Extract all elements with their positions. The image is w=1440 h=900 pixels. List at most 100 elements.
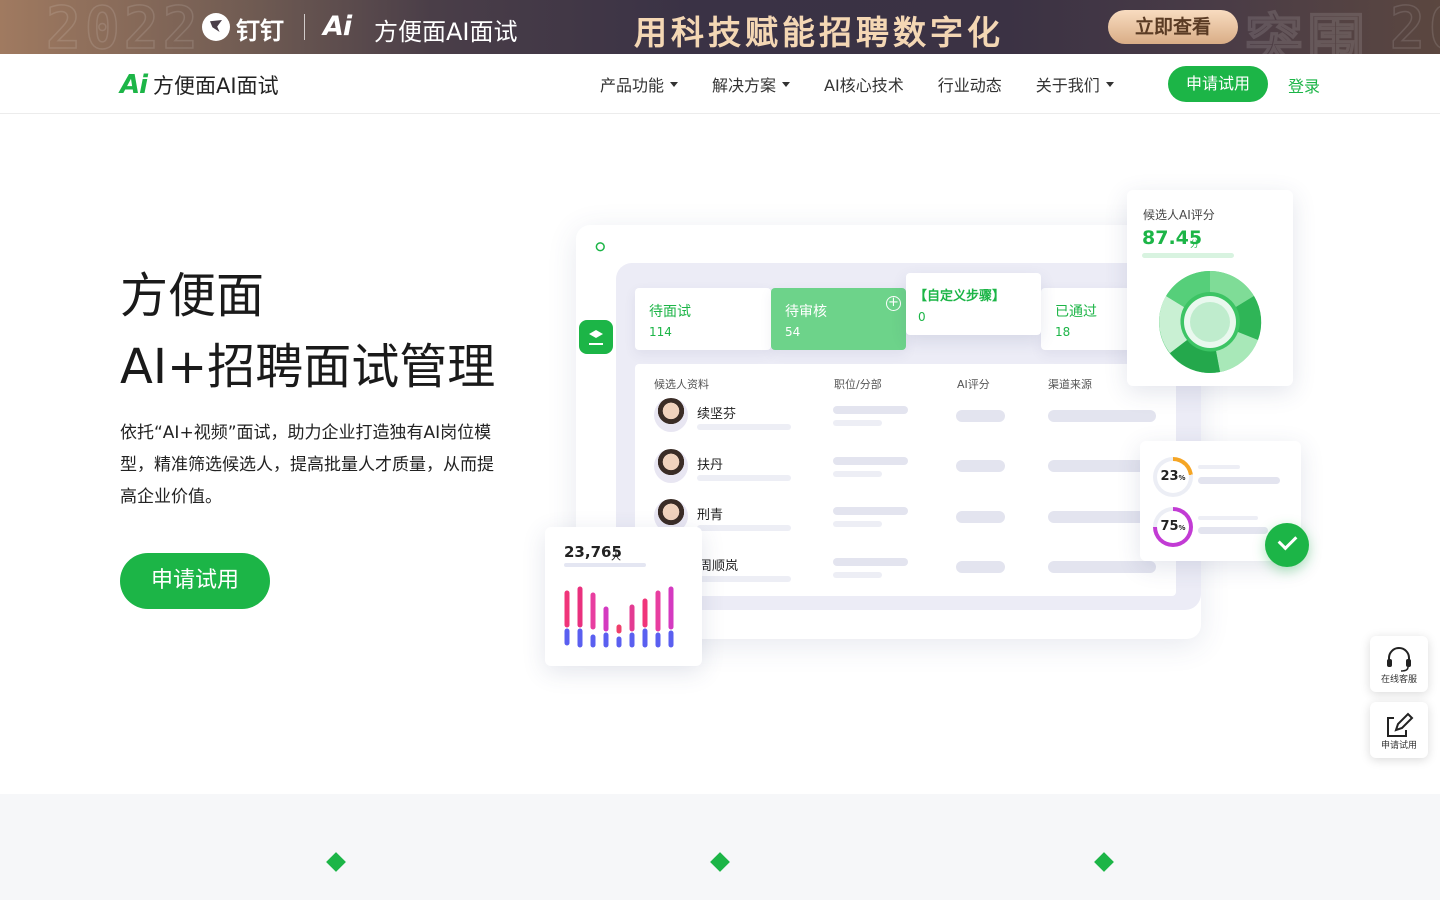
add-circle-icon: + bbox=[886, 296, 901, 311]
nav-item-ai-tech[interactable]: AI核心技术 bbox=[824, 72, 904, 96]
apply-label: 申请试用 bbox=[1380, 741, 1417, 751]
nav-label: 关于我们 bbox=[1035, 76, 1100, 95]
stage-count: 54 bbox=[785, 325, 801, 339]
dingtalk-label: 钉钉 bbox=[236, 17, 284, 45]
candidate-name: 刑青 bbox=[697, 508, 724, 523]
headset-icon bbox=[1387, 647, 1411, 672]
percent-ring: 23% bbox=[1153, 457, 1193, 497]
percent-value: 23% bbox=[1157, 461, 1189, 493]
placeholder-bar bbox=[833, 406, 908, 414]
hero-title: 方便面 bbox=[120, 268, 265, 324]
hero-subtitle: AI+招聘面试管理 bbox=[120, 339, 496, 395]
percent-value: 75% bbox=[1157, 511, 1189, 543]
table-header: 渠道来源 bbox=[1048, 378, 1092, 391]
stage-label: 待审核 bbox=[785, 304, 827, 320]
placeholder-bar bbox=[833, 420, 882, 426]
ai-score-card: 候选人AI评分 87.45 分 bbox=[1127, 190, 1293, 386]
hero-apply-button[interactable]: 申请试用 bbox=[120, 553, 270, 609]
online-support-button[interactable]: 在线客服 bbox=[1370, 636, 1428, 692]
placeholder-bar bbox=[1048, 410, 1156, 422]
stage-label: 已通过 bbox=[1055, 304, 1097, 320]
placeholder-bar bbox=[1048, 460, 1148, 472]
stage-label: 【自定义步骤】 bbox=[914, 289, 1006, 304]
candidate-name: 扶丹 bbox=[697, 458, 724, 473]
placeholder-bar bbox=[1198, 465, 1240, 469]
nav-item-news[interactable]: 行业动态 bbox=[938, 72, 1002, 96]
placeholder-bar bbox=[833, 507, 908, 515]
check-circle-icon bbox=[1265, 523, 1309, 567]
banner-ghost-text: 突围 bbox=[1244, 6, 1370, 54]
table-header: 职位/分部 bbox=[834, 378, 882, 391]
banner-view-button[interactable]: 立即查看 bbox=[1108, 10, 1238, 44]
caret-down-icon bbox=[1105, 81, 1114, 87]
banner-divider bbox=[304, 14, 305, 40]
stage-card-pending-interview: 待面试 114 bbox=[635, 288, 771, 350]
banner-ghost-year-right: 20 bbox=[1389, 0, 1440, 54]
logo-name: 方便面AI面试 bbox=[153, 74, 279, 98]
site-header: Ai 方便面AI面试 产品功能 解决方案 AI核心技术 行业动态 关于我们 申请… bbox=[0, 54, 1440, 114]
side-apply-button[interactable]: 申请试用 bbox=[1370, 702, 1428, 758]
placeholder-bar bbox=[833, 457, 908, 465]
features-section bbox=[0, 794, 1440, 900]
table-header: 候选人资料 bbox=[654, 378, 709, 391]
caret-down-icon bbox=[670, 81, 679, 87]
stage-count: 0 bbox=[918, 310, 926, 324]
placeholder-bar bbox=[1048, 511, 1148, 523]
nav-item-solutions[interactable]: 解决方案 bbox=[712, 72, 791, 96]
stage-label: 待面试 bbox=[649, 304, 691, 320]
layers-icon bbox=[579, 320, 613, 354]
placeholder-bar bbox=[956, 460, 1005, 472]
hero-description: 依托“AI+视频”面试，助力企业打造独有AI岗位模型，精准筛选候选人，提高批量人… bbox=[120, 423, 494, 507]
placeholder-bar bbox=[1198, 527, 1268, 534]
placeholder-bar bbox=[697, 475, 791, 481]
placeholder-bar bbox=[697, 576, 791, 582]
login-link[interactable]: 登录 bbox=[1288, 73, 1320, 97]
placeholder-bar bbox=[1198, 516, 1258, 520]
candidate-name: 续坚芬 bbox=[697, 407, 737, 422]
placeholder-bar bbox=[956, 561, 1005, 573]
banner-ghost-year: 2022 bbox=[45, 0, 202, 54]
banner-slogan: 用科技赋能招聘数字化 bbox=[634, 13, 1004, 52]
main-nav: 产品功能 解决方案 AI核心技术 行业动态 关于我们 bbox=[600, 54, 1148, 114]
stage-card-custom-step: 【自定义步骤】 0 bbox=[906, 273, 1041, 335]
bar-chart-icon bbox=[564, 586, 674, 648]
stage-card-pending-review: 待审核 54 + bbox=[771, 288, 906, 350]
placeholder-bar bbox=[697, 424, 791, 430]
logo-mark: Ai bbox=[120, 70, 148, 100]
stage-count: 18 bbox=[1055, 325, 1071, 339]
stage-count: 114 bbox=[649, 325, 672, 339]
banner-brand-label: 方便面AI面试 bbox=[374, 18, 518, 46]
dingtalk-logo-icon bbox=[202, 13, 230, 41]
avatar bbox=[654, 398, 688, 432]
stage-card-passed: 已通过 18 bbox=[1041, 288, 1131, 350]
edit-icon bbox=[1387, 712, 1414, 737]
caret-down-icon bbox=[782, 81, 791, 87]
nav-label: 产品功能 bbox=[600, 76, 665, 95]
placeholder-bar bbox=[1198, 477, 1280, 484]
placeholder-bar bbox=[833, 521, 882, 527]
nav-label: AI核心技术 bbox=[824, 76, 904, 95]
score-radial-icon bbox=[1159, 270, 1262, 373]
placeholder-bar bbox=[956, 410, 1005, 422]
candidate-name: 周顺岚 bbox=[699, 559, 739, 574]
placeholder-bar bbox=[1048, 561, 1156, 573]
placeholder-bar bbox=[697, 525, 791, 531]
nav-item-products[interactable]: 产品功能 bbox=[600, 72, 679, 96]
placeholder-bar bbox=[833, 558, 908, 566]
site-logo[interactable]: Ai 方便面AI面试 bbox=[120, 70, 279, 100]
placeholder-bar bbox=[833, 471, 882, 477]
placeholder-bar bbox=[956, 511, 1005, 523]
percent-ring: 75% bbox=[1153, 507, 1193, 547]
candidate-count-card: 23,765 人 bbox=[545, 527, 702, 666]
support-label: 在线客服 bbox=[1380, 675, 1417, 685]
table-header: AI评分 bbox=[957, 378, 990, 391]
banner-ai-logo: Ai bbox=[323, 11, 352, 42]
nav-item-about[interactable]: 关于我们 bbox=[1036, 72, 1114, 96]
nav-label: 行业动态 bbox=[937, 76, 1002, 95]
pear-logo-icon: ⚪ bbox=[592, 235, 609, 259]
placeholder-bar bbox=[833, 572, 882, 578]
apply-trial-button[interactable]: 申请试用 bbox=[1168, 66, 1268, 102]
promo-banner[interactable]: 2022 突围 20 钉钉 Ai 方便面AI面试 用科技赋能招聘数字化 立即查看 bbox=[0, 0, 1440, 54]
nav-label: 解决方案 bbox=[712, 76, 777, 95]
avatar bbox=[654, 449, 688, 483]
